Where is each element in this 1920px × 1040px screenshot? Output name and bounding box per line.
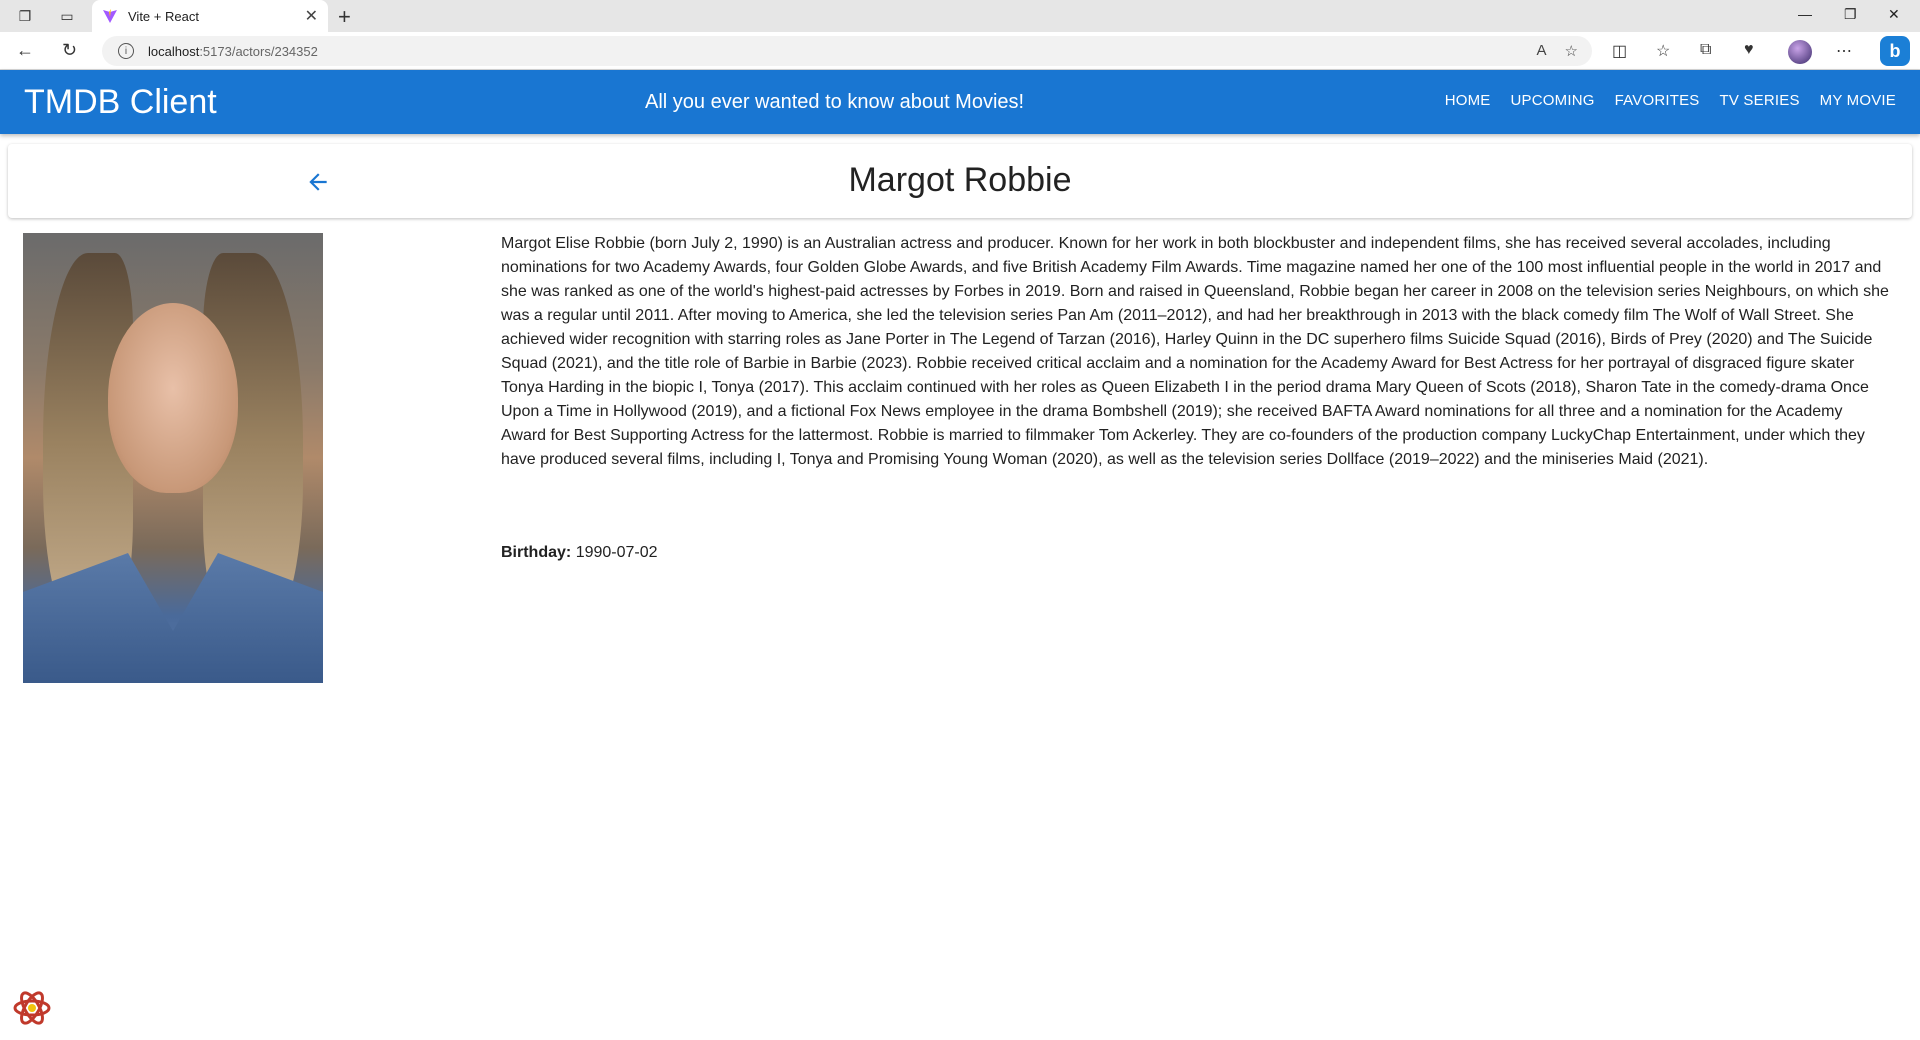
refresh-icon[interactable]: ↻ [62,40,77,61]
browser-tab[interactable]: Vite + React ✕ [92,0,328,32]
collections-icon[interactable]: ⧉ [1700,41,1711,59]
birthday-value: 1990-07-02 [575,544,658,561]
app-header: TMDB Client All you ever wanted to know … [0,70,1920,134]
nav-favorites[interactable]: FAVORITES [1605,92,1710,109]
tab-title: Vite + React [128,8,199,24]
tab-actions-icon[interactable]: ▭ [56,5,78,27]
workspaces-icon[interactable]: ❐ [14,5,36,27]
actor-name: Margot Robbie [848,161,1072,199]
read-aloud-icon[interactable]: A [1537,42,1547,60]
top-navigation: HOME UPCOMING FAVORITES TV SERIES MY MOV… [1435,92,1906,109]
react-devtools-icon[interactable] [12,988,52,1028]
photo-face [108,303,238,493]
close-window-icon[interactable]: ✕ [1888,6,1900,23]
favorite-star-icon[interactable]: ☆ [1565,42,1578,60]
extensions-icon[interactable]: ♥ [1744,41,1754,59]
vite-icon [103,9,117,23]
brand-title: TMDB Client [24,83,217,121]
browser-tab-bar: ❐ ▭ Vite + React ✕ + — ❐ ✕ [0,0,1920,32]
favorites-icon[interactable]: ☆ [1656,41,1670,61]
more-options-icon[interactable]: ⋯ [1836,41,1852,61]
tagline: All you ever wanted to know about Movies… [645,91,1025,113]
nav-tv-series[interactable]: TV SERIES [1710,92,1810,109]
close-tab-icon[interactable]: ✕ [305,6,318,26]
nav-upcoming[interactable]: UPCOMING [1501,92,1605,109]
bing-chat-icon[interactable]: b [1880,36,1910,66]
nav-home[interactable]: HOME [1435,92,1501,109]
actor-header-card: Margot Robbie [8,144,1912,218]
birthday-row: Birthday: 1990-07-02 [501,544,658,562]
new-tab-icon[interactable]: + [338,4,351,30]
actor-biography: Margot Elise Robbie (born July 2, 1990) … [501,235,1889,468]
birthday-label: Birthday: [501,544,572,561]
profile-avatar[interactable] [1788,40,1812,64]
back-icon[interactable]: ← [16,40,34,61]
url-field[interactable]: i localhost:5173/actors/234352 A ☆ [102,36,1592,66]
address-bar: ← ↻ i localhost:5173/actors/234352 A ☆ ◫… [0,32,1920,70]
nav-my-movie[interactable]: MY MOVIE [1810,92,1906,109]
split-screen-icon[interactable]: ◫ [1612,41,1627,61]
actor-photo [23,233,323,683]
url-text: localhost:5173/actors/234352 [148,43,318,59]
restore-icon[interactable]: ❐ [1844,6,1857,23]
minimize-icon[interactable]: — [1798,6,1812,22]
site-info-icon[interactable]: i [118,43,134,59]
